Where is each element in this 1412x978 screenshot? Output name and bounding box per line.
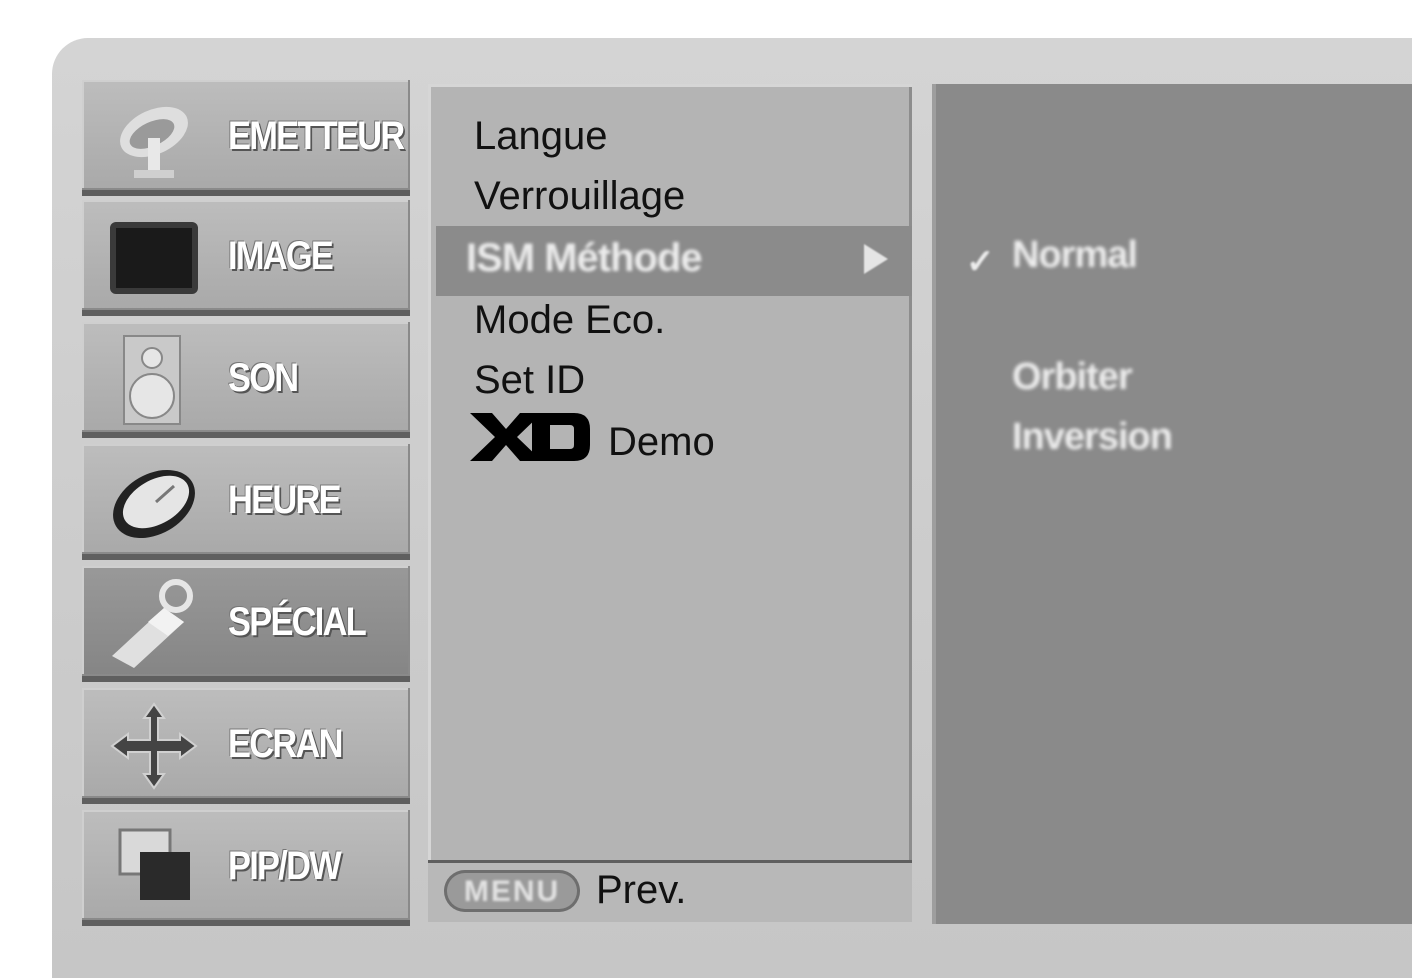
pip-icon [118,828,190,900]
option-inversion[interactable]: Inversion [1012,416,1173,459]
category-special[interactable]: SPÉCIAL [82,566,410,682]
category-son[interactable]: SON [82,322,410,438]
menu-item-langue[interactable]: Langue [474,114,607,159]
submenu-panel: Langue Verrouillage Mode Eco. Set ID Dem… [428,84,912,860]
category-label: PIP/DW [228,844,342,888]
key-icon [112,579,193,668]
category-label: ECRAN [228,722,343,766]
menu-item-set-id[interactable]: Set ID [474,358,585,403]
picture-icon [110,222,198,294]
clock-icon [113,469,195,539]
menu-item-demo-label[interactable]: Demo [608,420,715,465]
options-panel: ✓ Normal Orbiter Inversion [932,84,1412,924]
prev-label: Prev. [596,868,687,912]
highlighted-item-label: ISM Méthode [466,236,703,280]
menu-key-label: MENU [463,875,561,908]
speaker-icon [123,335,181,425]
menu-key-button[interactable]: MENU [444,870,580,912]
category-ecran[interactable]: ECRAN [82,688,410,804]
move-arrows-icon [110,702,198,790]
menu-item-mode-eco[interactable]: Mode Eco. [474,298,665,343]
category-label: EMETTEUR [228,114,405,158]
menu-item-verrouillage[interactable]: Verrouillage [474,174,685,219]
xd-logo-icon [470,413,590,461]
option-orbiter[interactable]: Orbiter [1012,356,1133,399]
category-label: SON [228,356,299,400]
category-label: IMAGE [228,234,334,278]
category-label: HEURE [228,478,342,522]
category-image[interactable]: IMAGE [82,200,410,316]
category-emetteur[interactable]: EMETTEUR [82,80,410,196]
checkmark-icon: ✓ [966,243,995,281]
category-heure[interactable]: HEURE [82,444,410,560]
menu-item-ism-methode[interactable]: ISM Méthode [436,226,912,296]
antenna-icon [120,106,188,178]
category-pipdw[interactable]: PIP/DW [82,810,410,926]
submenu-arrow-icon [864,244,888,274]
category-label: SPÉCIAL [228,600,367,644]
option-normal[interactable]: Normal [1012,234,1138,277]
footer-bar: MENU Prev. [428,860,912,922]
